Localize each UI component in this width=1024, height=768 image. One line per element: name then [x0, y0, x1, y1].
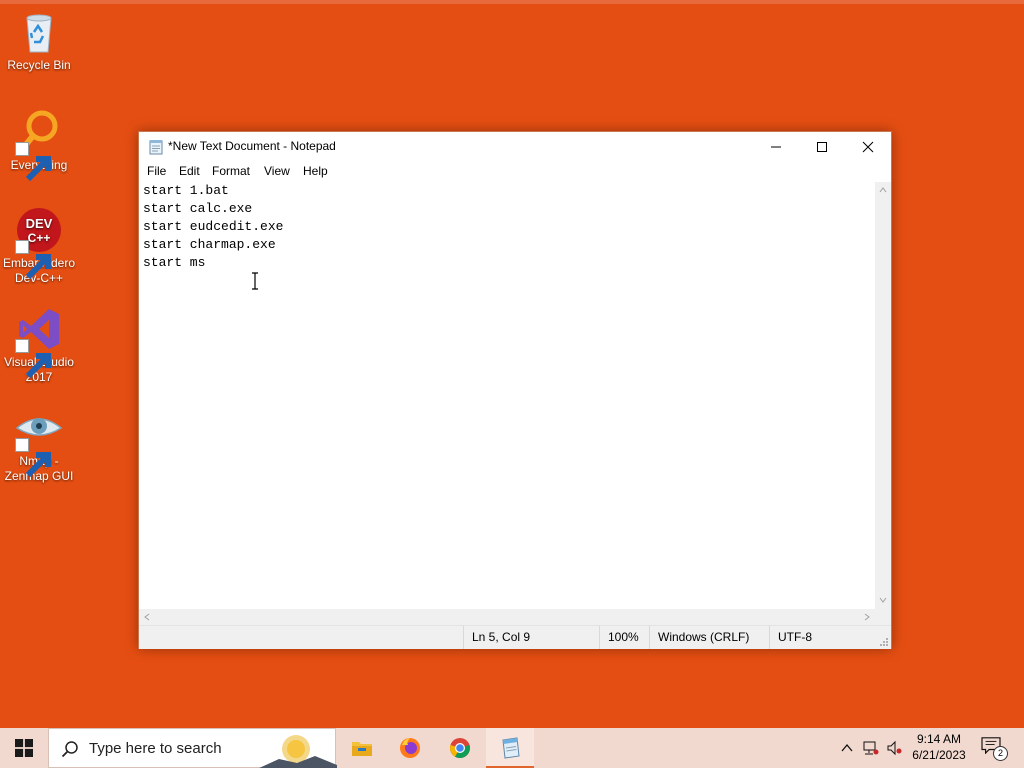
ibeam-cursor-icon	[252, 272, 258, 290]
menu-help[interactable]: Help	[300, 164, 331, 178]
menu-edit[interactable]: Edit	[176, 164, 203, 178]
text-line: start 1.bat	[143, 183, 229, 198]
scroll-down-icon[interactable]	[879, 596, 887, 604]
menu-bar: File Edit Format View Help	[139, 161, 891, 182]
taskbar-firefox[interactable]	[386, 728, 434, 768]
window-title: *New Text Document - Notepad	[168, 139, 336, 153]
status-position: Ln 5, Col 9	[463, 626, 599, 649]
svg-text:DEV: DEV	[26, 216, 53, 231]
desktop-icon-visual-studio[interactable]: Visual Studio 2017	[1, 305, 77, 385]
taskbar-chrome[interactable]	[436, 728, 484, 768]
clock-date: 6/21/2023	[912, 748, 966, 762]
menu-view[interactable]: View	[261, 164, 293, 178]
file-explorer-icon	[352, 742, 372, 756]
resize-grip-icon[interactable]	[879, 637, 889, 647]
status-bar: Ln 5, Col 9 100% Windows (CRLF) UTF-8	[139, 625, 891, 649]
search-icon	[61, 741, 78, 758]
action-center-button[interactable]: 2	[980, 736, 1008, 761]
system-clock[interactable]: 9:14 AM 6/21/2023	[904, 731, 974, 763]
nmap-eye-icon	[15, 404, 63, 478]
notepad-window: *New Text Document - Notepad File Edit F…	[138, 131, 892, 649]
close-icon	[862, 141, 874, 152]
shortcut-arrow-icon	[15, 438, 51, 478]
chrome-icon	[450, 738, 470, 759]
status-encoding: UTF-8	[769, 626, 875, 649]
menu-file[interactable]: File	[144, 164, 169, 178]
maximize-button[interactable]	[799, 132, 845, 161]
text-line: start eudcedit.exe	[143, 219, 284, 234]
minimize-button[interactable]	[753, 132, 799, 161]
status-line-ending: Windows (CRLF)	[649, 626, 769, 649]
horizontal-scrollbar[interactable]	[139, 609, 875, 625]
notepad-icon	[148, 139, 164, 155]
devcpp-icon: DEV C++	[15, 206, 63, 280]
close-button[interactable]	[845, 132, 891, 161]
menu-format[interactable]: Format	[209, 164, 253, 178]
text-line: start charmap.exe	[143, 237, 276, 252]
shortcut-arrow-icon	[15, 240, 51, 280]
desktop-icon-devcpp[interactable]: DEV C++ Embarcadero Dev-C++	[1, 206, 77, 286]
desktop-icon-label: Recycle Bin	[7, 58, 71, 72]
volume-muted-icon[interactable]	[886, 740, 902, 756]
network-icon[interactable]	[863, 740, 879, 756]
taskbar: Type here to search 9:14 AM 6/21/2023 2	[0, 728, 1024, 768]
desktop-icon-recycle-bin[interactable]: Recycle Bin	[1, 8, 77, 73]
title-bar[interactable]: *New Text Document - Notepad	[139, 132, 891, 161]
minimize-icon	[771, 146, 781, 147]
show-hidden-icons-chevron-icon[interactable]	[839, 740, 855, 756]
start-button[interactable]	[0, 728, 48, 768]
shortcut-arrow-icon	[15, 339, 51, 379]
windows-logo-icon	[15, 739, 33, 757]
desktop-icon-nmap[interactable]: Nmap - Zenmap GUI	[1, 404, 77, 484]
status-zoom: 100%	[599, 626, 649, 649]
notification-count-badge: 2	[993, 746, 1008, 761]
search-input[interactable]: Type here to search	[48, 728, 337, 768]
notepad-icon	[502, 737, 520, 759]
vertical-scrollbar[interactable]	[875, 182, 891, 609]
everything-search-icon	[15, 108, 63, 182]
text-editor-area[interactable]: start 1.bat start calc.exe start eudcedi…	[139, 182, 875, 609]
top-accent-strip	[0, 0, 1024, 4]
firefox-icon	[400, 738, 420, 758]
taskbar-file-explorer[interactable]	[338, 728, 386, 768]
search-placeholder: Type here to search	[89, 740, 222, 757]
search-highlight-image	[259, 735, 337, 768]
text-line: start calc.exe	[143, 201, 253, 216]
recycle-bin-icon	[15, 8, 63, 56]
clock-time: 9:14 AM	[916, 732, 962, 746]
text-line: start ms	[143, 255, 206, 270]
scroll-right-icon[interactable]	[863, 613, 871, 621]
scroll-left-icon[interactable]	[143, 613, 151, 621]
visual-studio-icon	[15, 305, 63, 379]
shortcut-arrow-icon	[15, 142, 51, 182]
maximize-icon	[817, 141, 827, 152]
scroll-up-icon[interactable]	[879, 186, 887, 194]
taskbar-notepad[interactable]	[486, 728, 534, 768]
desktop-icon-everything[interactable]: Everything	[1, 108, 77, 182]
scrollbar-corner	[875, 609, 891, 625]
